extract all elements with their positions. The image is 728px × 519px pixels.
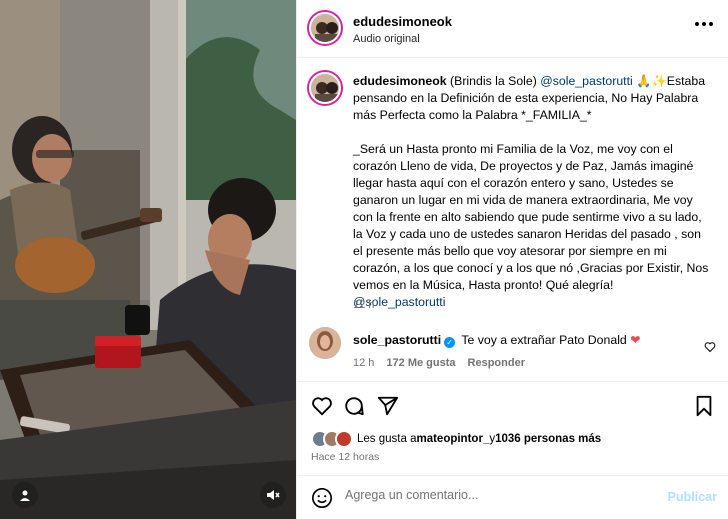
caption-avatar[interactable] [309, 72, 341, 104]
caption-intro: (Brindis la Sole) [446, 74, 541, 88]
likes-user[interactable]: mateopintor_ [416, 433, 489, 445]
comment-username[interactable]: sole_pastorutti [353, 333, 441, 347]
comment-text: Te voy a extrañar Pato Donald [458, 333, 631, 347]
action-bar [297, 381, 728, 431]
user-tag-icon[interactable] [12, 482, 38, 508]
audio-label[interactable]: Audio original [353, 33, 420, 45]
verified-icon: ✓ [444, 337, 456, 348]
caption-username[interactable]: edudesimoneok [353, 74, 447, 88]
comment-item: sole_pastorutti ✓ Te voy a extrañar Pato … [353, 333, 703, 348]
post-header: edudesimoneok Audio original [297, 0, 728, 58]
caption-body: _Será un Hasta pronto mi Familia de la V… [353, 142, 712, 292]
add-comment-bar: Publicar [297, 475, 728, 519]
heart-icon[interactable] [311, 395, 333, 422]
avatar[interactable] [309, 12, 341, 44]
comment-likes[interactable]: 172 Me gusta [386, 357, 455, 369]
comment-meta: 12 h 172 Me gusta Responder [353, 357, 525, 369]
post-video-frame [0, 0, 296, 519]
comment-time: 12 h [353, 357, 375, 369]
liker-avatars [311, 430, 353, 448]
red-heart-emoji: ❤ [630, 333, 641, 347]
bookmark-icon[interactable] [693, 395, 715, 422]
share-icon[interactable] [377, 395, 399, 422]
reply-button[interactable]: Responder [468, 357, 525, 369]
likes-summary: Les gusta a mateopintor_ y 1036 personas… [311, 430, 601, 448]
comment-like-icon[interactable] [704, 340, 716, 358]
likes-count[interactable]: 1036 personas más [495, 433, 601, 445]
caption-mention[interactable]: @sole_pastorutti [540, 74, 632, 88]
header-username[interactable]: edudesimoneok [353, 14, 452, 29]
post-button[interactable]: Publicar [668, 490, 717, 504]
post-media[interactable] [0, 0, 296, 519]
post-time: Hace 12 horas [311, 451, 380, 463]
caption-end-mention[interactable]: @sole_pastorutti [353, 294, 713, 311]
comment-avatar[interactable] [309, 327, 341, 359]
comment-input[interactable] [345, 488, 645, 502]
comment-icon[interactable] [343, 395, 365, 422]
emoji-icon[interactable] [311, 487, 333, 514]
caption-time: 12 h [353, 299, 375, 311]
post-details-panel: edudesimoneok Audio original edudesimone… [296, 0, 728, 519]
post-caption: edudesimoneok (Brindis la Sole) @sole_pa… [353, 73, 713, 311]
mute-icon[interactable] [260, 482, 286, 508]
more-icon[interactable] [695, 22, 713, 26]
likes-prefix: Les gusta a [357, 433, 417, 445]
